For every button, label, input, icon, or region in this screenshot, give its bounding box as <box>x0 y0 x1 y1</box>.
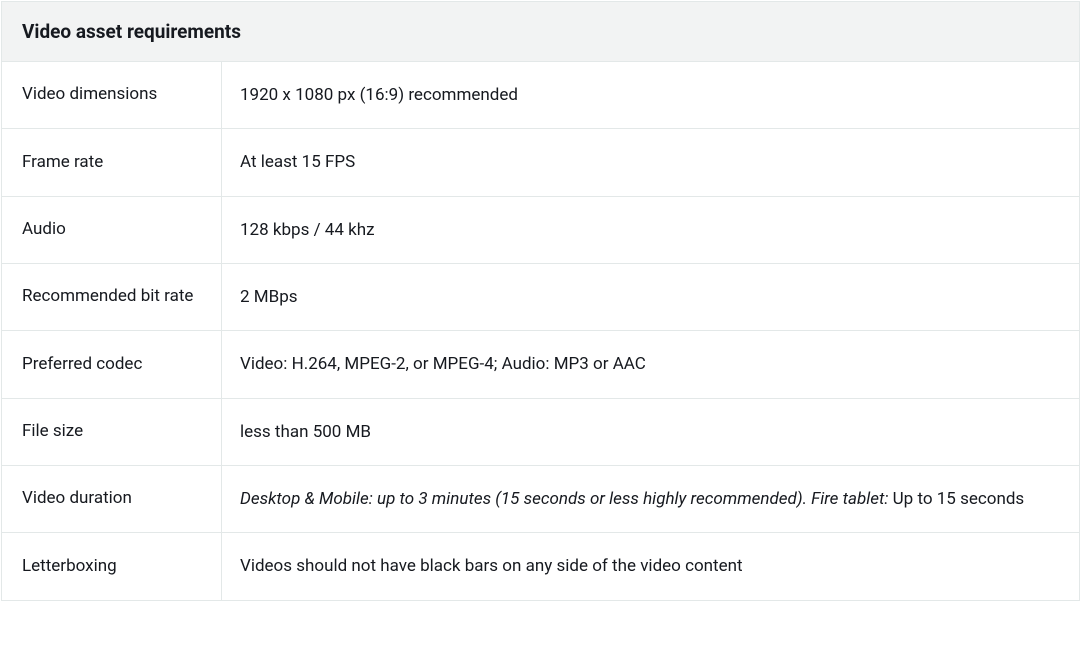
table-row: Preferred codec Video: H.264, MPEG-2, or… <box>2 331 1079 398</box>
row-value: Desktop & Mobile: up to 3 minutes (15 se… <box>222 466 1079 532</box>
row-value: Videos should not have black bars on any… <box>222 533 1079 599</box>
row-label: Video dimensions <box>2 62 222 128</box>
table-row: Video dimensions 1920 x 1080 px (16:9) r… <box>2 62 1079 129</box>
row-label: File size <box>2 399 222 465</box>
row-value: At least 15 FPS <box>222 129 1079 195</box>
table-row: Audio 128 kbps / 44 khz <box>2 197 1079 264</box>
requirements-table: Video asset requirements Video dimension… <box>1 1 1080 601</box>
row-value-after: Up to 15 seconds <box>888 489 1024 509</box>
row-label: Letterboxing <box>2 533 222 599</box>
row-label: Video duration <box>2 466 222 532</box>
row-value: less than 500 MB <box>222 399 1079 465</box>
row-label: Recommended bit rate <box>2 264 222 330</box>
table-row: Video duration Desktop & Mobile: up to 3… <box>2 466 1079 533</box>
row-value: 2 MBps <box>222 264 1079 330</box>
row-label: Audio <box>2 197 222 263</box>
row-value: 128 kbps / 44 khz <box>222 197 1079 263</box>
row-value: 1920 x 1080 px (16:9) recommended <box>222 62 1079 128</box>
row-value: Video: H.264, MPEG-2, or MPEG-4; Audio: … <box>222 331 1079 397</box>
table-row: File size less than 500 MB <box>2 399 1079 466</box>
row-label: Preferred codec <box>2 331 222 397</box>
table-row: Frame rate At least 15 FPS <box>2 129 1079 196</box>
row-value-italic: Desktop & Mobile: up to 3 minutes (15 se… <box>240 489 888 509</box>
row-label: Frame rate <box>2 129 222 195</box>
table-header: Video asset requirements <box>2 2 1079 62</box>
table-row: Recommended bit rate 2 MBps <box>2 264 1079 331</box>
table-row: Letterboxing Videos should not have blac… <box>2 533 1079 599</box>
